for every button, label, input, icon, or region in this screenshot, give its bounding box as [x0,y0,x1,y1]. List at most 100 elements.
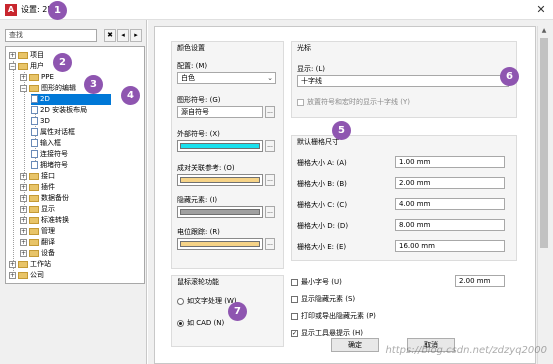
badge-2: 2 [53,53,72,72]
matched-reference-browse-button[interactable]: ... [265,174,275,186]
checkbox-icon [291,278,298,286]
grid-size-row-label: 栅格大小 A: (A) [297,159,347,167]
next-button[interactable]: ▸ [130,29,142,42]
tree-item[interactable]: + 接口 [20,171,55,182]
search-input[interactable]: 查找 [5,29,97,42]
ok-button[interactable]: 确定 [331,338,379,352]
grid-size-input[interactable]: 16.00 mm [395,240,505,252]
wheel-word-processor-radio[interactable]: 如文字处理 (W) [177,296,237,306]
tree-item[interactable]: + 设备 [20,248,55,259]
grid-size-input[interactable]: 1.00 mm [395,156,505,168]
tree-item[interactable]: − 用户 [9,61,44,72]
tree-item[interactable]: 属性对话框 [31,127,75,138]
tree-item[interactable]: + 翻译 [20,237,55,248]
folder-icon [29,194,39,202]
tree-item[interactable]: + 标准转换 [20,215,69,226]
tree-item[interactable]: + 插件 [20,182,55,193]
matched-reference-label: 成对关联参考: (O) [177,164,235,172]
potential-tracking-swatch[interactable] [177,238,263,250]
external-symbol-browse-button[interactable]: ... [265,140,275,152]
page-icon [31,128,38,136]
tree-item[interactable]: 2D [31,94,111,105]
show-tooltip-checkbox[interactable]: ✓ 显示工具悬提示 (H) [291,328,363,338]
tree-item[interactable]: 输入框 [31,138,61,149]
external-symbol-swatch[interactable] [177,140,263,152]
grid-size-input[interactable]: 4.00 mm [395,198,505,210]
tree-item-label: 属性对话框 [40,128,75,136]
tree-item[interactable]: + 公司 [9,270,44,281]
crosshair-checkbox[interactable]: 放置符号和宏时的显示十字线 (Y) [297,97,410,107]
grid-size-input[interactable]: 2.00 mm [395,177,505,189]
clear-search-button[interactable]: ✖ [104,29,116,42]
expand-icon[interactable]: + [9,260,16,268]
expand-icon[interactable]: + [20,216,27,224]
expand-icon[interactable]: + [9,271,16,279]
vertical-scrollbar[interactable]: ▲ [537,26,549,364]
badge-1: 1 [48,1,67,20]
tree-item[interactable]: + 管理 [20,226,55,237]
tree-item[interactable]: 连接符号 [31,149,68,160]
tree-item[interactable]: + 项目 [9,50,44,61]
settings-content: 颜色设置 配置: (M) 白色 ⌄ 图形符号: (G) 源自符号 ... 外部符… [154,26,536,364]
color-scheme-select[interactable]: 白色 ⌄ [177,72,276,84]
tree-item[interactable]: 3D [31,116,50,127]
expand-icon[interactable]: + [20,227,27,235]
collapse-icon[interactable]: − [9,62,16,70]
min-font-checkbox[interactable]: 最小字号 (U) [291,277,342,287]
expand-icon[interactable]: + [20,172,27,180]
expand-icon[interactable]: + [20,73,27,81]
radio-selected-icon [177,319,184,327]
previous-button[interactable]: ◂ [117,29,129,42]
expand-icon[interactable]: + [20,249,27,257]
wheel-cad-radio[interactable]: 如 CAD (N) [177,318,224,328]
hidden-elements-swatch[interactable] [177,206,263,218]
tree-item[interactable]: 拥堵符号 [31,160,68,171]
crosshair-checkbox-label: 放置符号和宏时的显示十字线 (Y) [307,98,410,106]
hidden-elements-browse-button[interactable]: ... [265,206,275,218]
tree-item-label: 显示 [41,205,55,213]
tree-item[interactable]: + 工作站 [9,259,51,270]
tree-item[interactable]: − 图形的编辑 [20,83,76,94]
collapse-icon[interactable]: − [20,84,27,92]
page-icon [31,161,38,169]
grid-size-label: 默认栅格尺寸 [297,138,339,146]
app-logo-icon: A [5,4,17,16]
cursor-label: 光标 [297,44,311,52]
scrollbar-thumb[interactable] [540,38,548,248]
tree-item-label: 翻译 [41,238,55,246]
tree-item-label: 2D [40,95,50,103]
min-font-input[interactable]: 2.00 mm [455,275,505,287]
expand-icon[interactable]: + [9,51,16,59]
external-symbol-color [180,143,260,149]
tree-item-label: 标准转换 [41,216,69,224]
tree-item-label: 接口 [41,172,55,180]
cursor-display-select[interactable]: 十字线 ⌄ [297,75,509,87]
expand-icon[interactable]: + [20,205,27,213]
settings-navigation-pane: 查找 ✖ ◂ ▸ + 项目 − 用户 + PPE − 图形的编辑 2D 2D 安装板布局 3D 属性对… [0,20,147,364]
grid-size-input[interactable]: 8.00 mm [395,219,505,231]
close-button[interactable]: ✕ [533,3,549,17]
tree-item[interactable]: + 数据备份 [20,193,69,204]
print-hidden-checkbox[interactable]: 打印或导出隐藏元素 (P) [291,311,376,321]
expand-icon[interactable]: + [20,194,27,202]
tree-item[interactable]: + 显示 [20,204,55,215]
wheel-cad-label: 如 CAD (N) [187,319,225,327]
expand-icon[interactable]: + [20,183,27,191]
matched-reference-color [180,177,260,183]
potential-tracking-browse-button[interactable]: ... [265,238,275,250]
scroll-up-icon[interactable]: ▲ [538,27,550,34]
checkbox-icon [291,312,298,320]
tree-item-label: 3D [40,117,50,125]
potential-tracking-color [180,241,260,247]
page-icon [31,106,38,114]
tree-item[interactable]: 2D 安装板布局 [31,105,87,116]
symbol-color-field[interactable]: 源自符号 [177,106,263,118]
symbol-color-browse-button[interactable]: ... [265,106,275,118]
tree-item-label: 连接符号 [40,150,68,158]
expand-icon[interactable]: + [20,238,27,246]
checkbox-icon [297,98,304,106]
show-hidden-checkbox[interactable]: 显示隐藏元素 (S) [291,294,355,304]
wheel-word-processor-label: 如文字处理 (W) [187,297,237,305]
matched-reference-swatch[interactable] [177,174,263,186]
tree-item[interactable]: + PPE [20,72,54,83]
